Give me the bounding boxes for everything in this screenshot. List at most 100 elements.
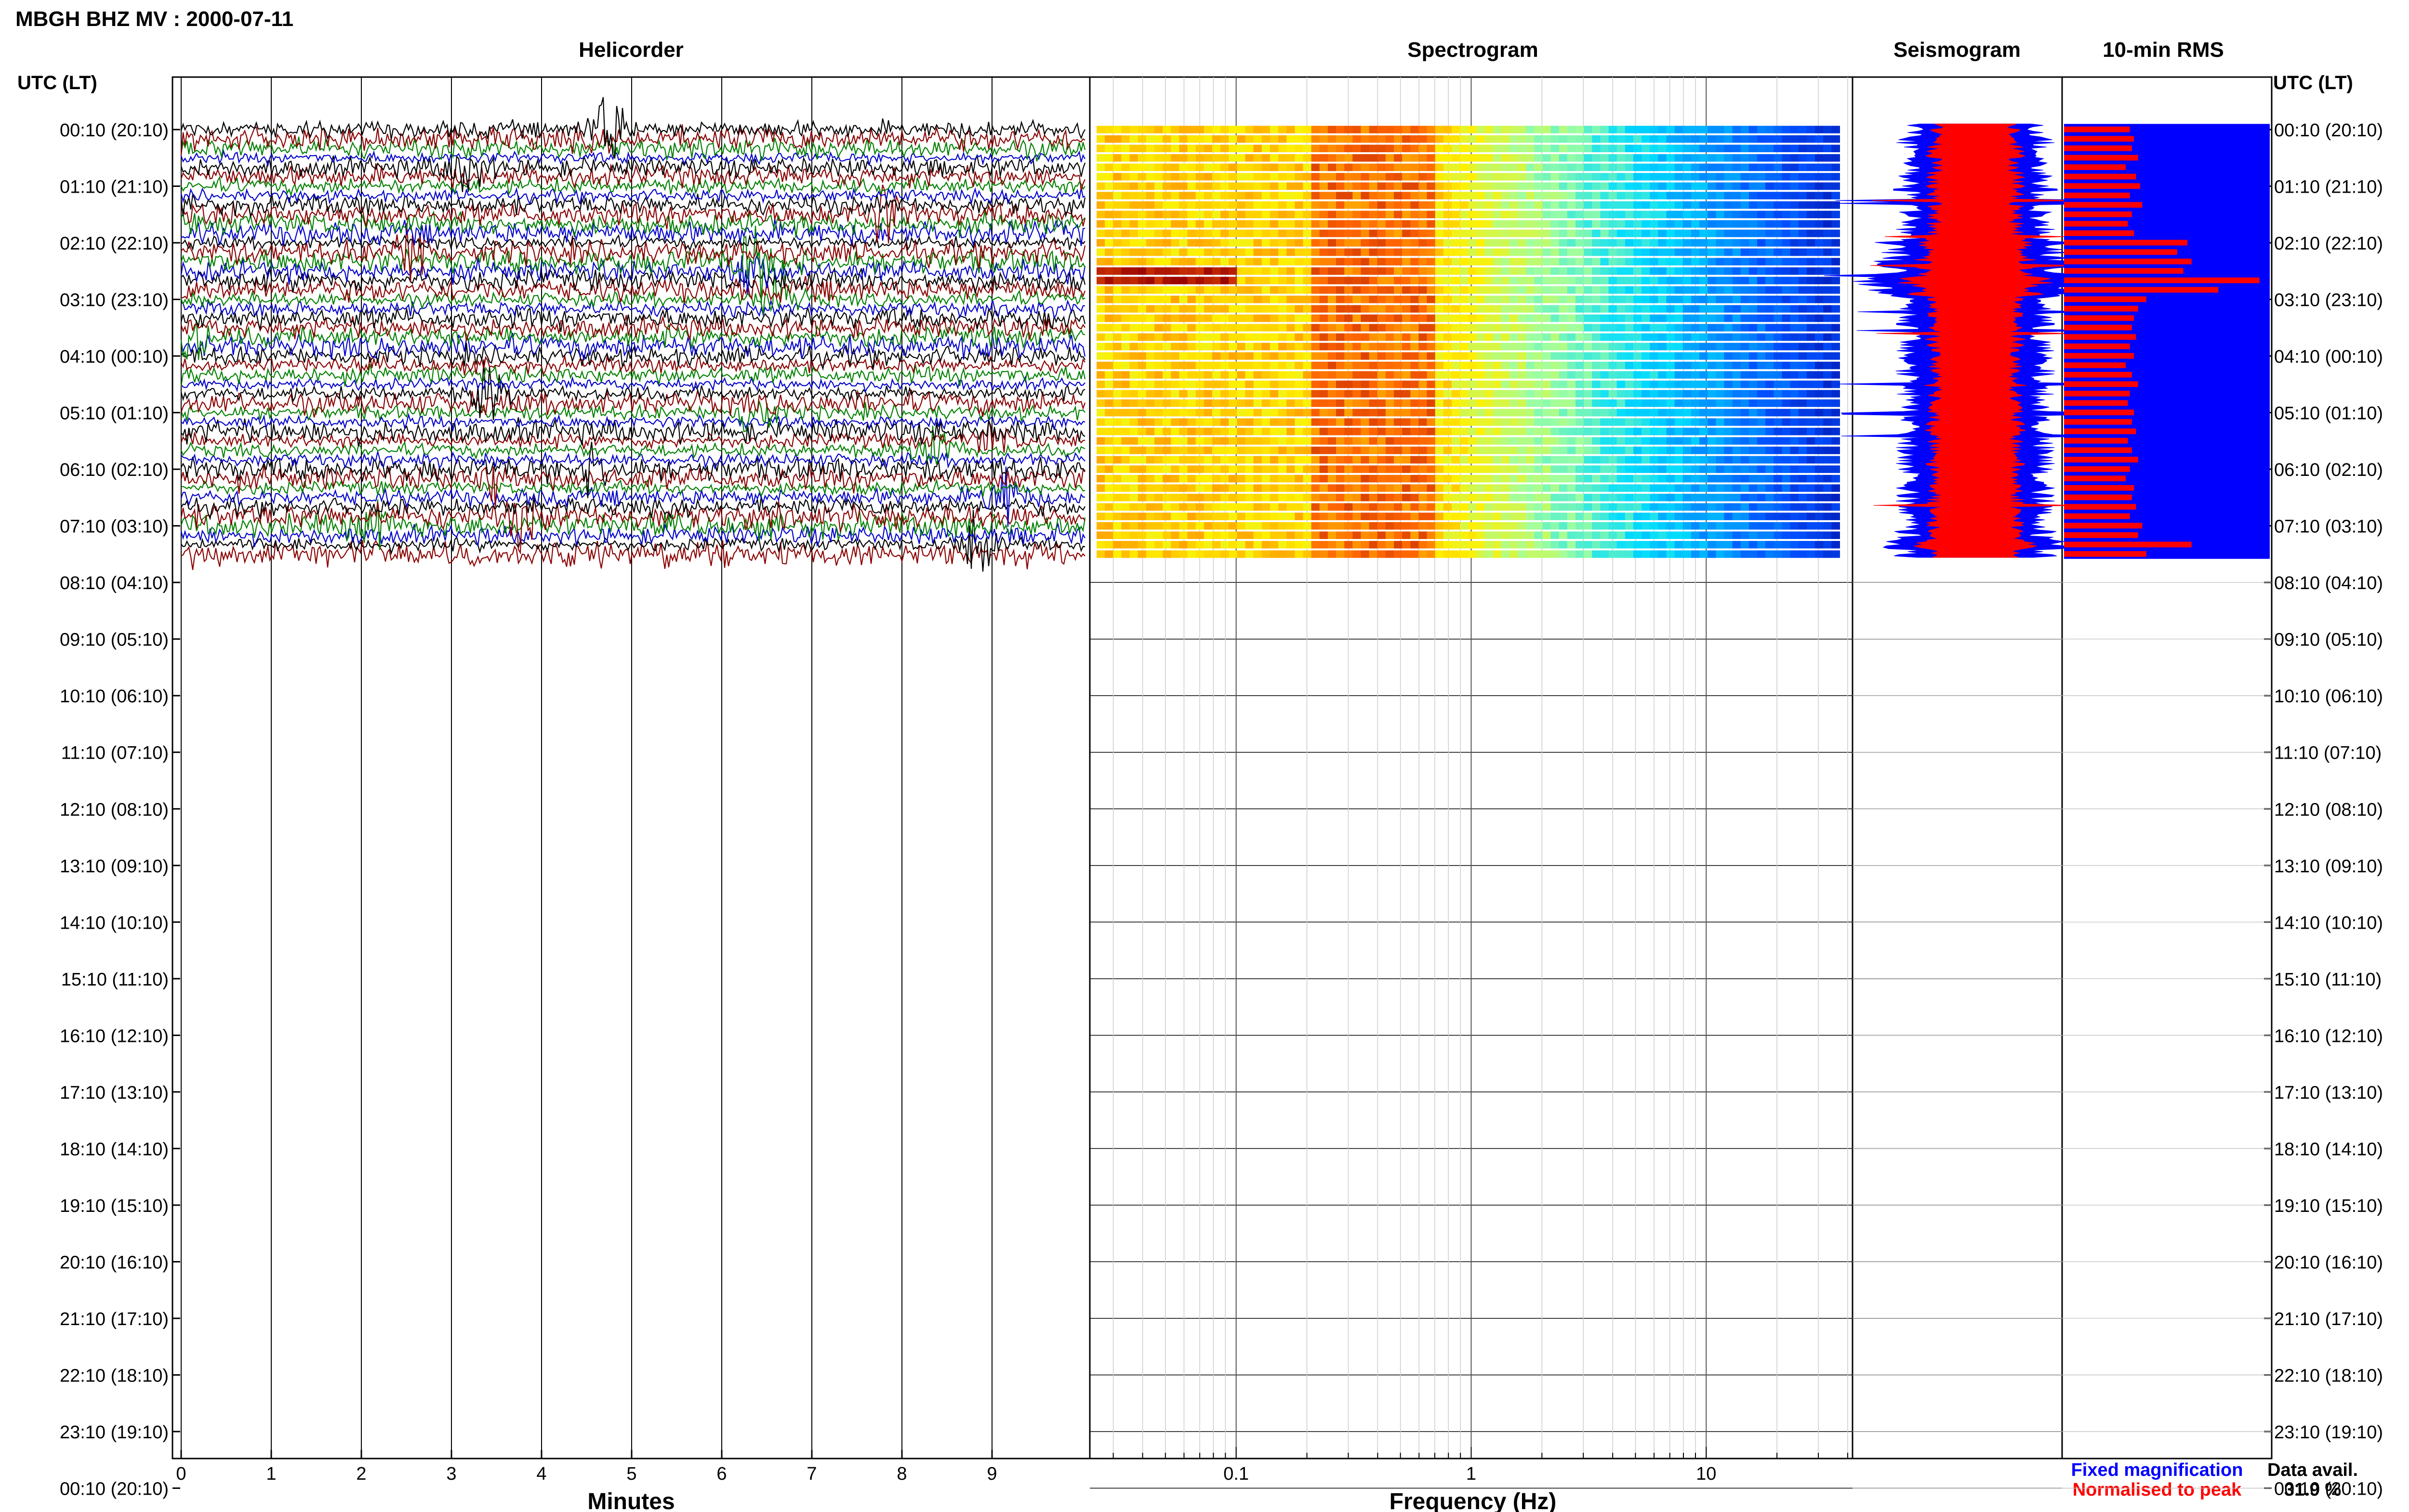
- spectrogram-cell: [1674, 361, 1683, 369]
- spectrogram-cell: [1163, 154, 1171, 162]
- spectrogram-cell: [1790, 465, 1799, 473]
- spectrogram-cell: [1526, 305, 1535, 313]
- spectrogram-cell: [1650, 182, 1658, 190]
- spectrogram-cell: [1435, 314, 1444, 322]
- spectrogram-cell: [1278, 541, 1287, 549]
- spectrogram-cell: [1798, 314, 1807, 322]
- spectrogram-cell: [1129, 522, 1138, 530]
- spectrogram-cell: [1732, 154, 1741, 162]
- spectrogram-cell: [1666, 305, 1675, 313]
- spectrogram-cell: [1443, 163, 1452, 171]
- spectrogram-cell: [1493, 550, 1502, 558]
- spectrogram-cell: [1253, 201, 1262, 209]
- spectrogram-cell: [1616, 258, 1626, 265]
- spectrogram-cell: [1138, 531, 1147, 539]
- spectrogram-cell: [1534, 361, 1543, 369]
- spectrogram-cell: [1195, 541, 1204, 549]
- spectrogram-cell: [1740, 456, 1749, 464]
- spectrogram-cell: [1179, 163, 1188, 171]
- spectrogram-cell: [1460, 163, 1469, 171]
- spectrogram-cell: [1443, 447, 1452, 454]
- spectrogram-cell: [1229, 220, 1237, 228]
- spectrogram-cell: [1204, 201, 1213, 209]
- spectrogram-cell: [1724, 408, 1733, 417]
- spectrogram-cell: [1237, 229, 1246, 237]
- spectrogram-cell: [1493, 258, 1502, 265]
- spectrogram-cell: [1253, 248, 1262, 256]
- spectrogram-cell: [1336, 333, 1345, 341]
- spectrogram-cell: [1163, 295, 1171, 303]
- spectrogram-cell: [1509, 541, 1518, 549]
- spectrogram-cell: [1385, 248, 1394, 256]
- spectrogram-cell: [1699, 220, 1708, 228]
- spectrogram-cell: [1204, 465, 1213, 473]
- spectrogram-cell: [1278, 324, 1287, 332]
- spectrogram-cell: [1129, 314, 1138, 322]
- spectrogram-cell: [1509, 513, 1518, 520]
- spectrogram-cell: [1402, 248, 1411, 256]
- spectrogram-cell: [1418, 201, 1428, 209]
- spectrogram-cell: [1261, 248, 1271, 256]
- spectrogram-cell: [1732, 239, 1741, 247]
- spectrogram-cell: [1518, 229, 1526, 237]
- spectrogram-cell: [1633, 428, 1642, 435]
- spectrogram-cell: [1716, 276, 1725, 285]
- spectrogram-cell: [1559, 258, 1568, 265]
- spectrogram-cell: [1518, 286, 1526, 294]
- spectrogram-cell: [1616, 135, 1626, 143]
- spectrogram-cell: [1229, 522, 1237, 530]
- spectrogram-cell: [1435, 333, 1444, 341]
- spectrogram-cell: [1220, 267, 1229, 275]
- spectrogram-cell: [1534, 503, 1543, 511]
- spectrogram-cell: [1526, 163, 1535, 171]
- spectrogram-cell: [1476, 163, 1485, 171]
- spectrogram-cell: [1592, 276, 1601, 285]
- spectrogram-cell: [1154, 239, 1163, 247]
- spectrogram-cell: [1327, 456, 1337, 464]
- spectrogram-cell: [1616, 456, 1626, 464]
- spectrogram-cell: [1724, 314, 1733, 322]
- spectrogram-cell: [1658, 314, 1667, 322]
- spectrogram-cell: [1831, 522, 1840, 530]
- spectrogram-cell: [1782, 428, 1791, 435]
- spectrogram-cell: [1418, 474, 1428, 483]
- spectrogram-cell: [1674, 465, 1683, 473]
- spectrogram-cell: [1608, 465, 1617, 473]
- spectrogram-cell: [1806, 210, 1815, 219]
- spectrogram-cell: [1608, 295, 1617, 303]
- spectrogram-cell: [1344, 135, 1353, 143]
- spectrogram-cell: [1237, 276, 1246, 285]
- spectrogram-cell: [1616, 465, 1626, 473]
- spectrogram-cell: [1757, 428, 1766, 435]
- spectrogram-cell: [1600, 295, 1609, 303]
- spectrogram-cell: [1336, 324, 1345, 332]
- spectrogram-cell: [1641, 182, 1650, 190]
- spectrogram-cell: [1625, 550, 1634, 558]
- spectrogram-cell: [1493, 267, 1502, 275]
- spectrogram-cell: [1410, 305, 1419, 313]
- spectrogram-cell: [1295, 286, 1303, 294]
- spectrogram-cell: [1319, 390, 1328, 398]
- spectrogram-cell: [1633, 126, 1642, 133]
- spectrogram-cell: [1757, 418, 1766, 426]
- spectrogram-cell: [1410, 474, 1419, 483]
- spectrogram-cell: [1336, 408, 1345, 417]
- spectrogram-cell: [1253, 342, 1262, 351]
- rms-bar: [2064, 523, 2143, 529]
- spectrogram-cell: [1815, 248, 1824, 256]
- spectrogram-cell: [1138, 333, 1147, 341]
- spectrogram-cell: [1212, 239, 1221, 247]
- spectrogram-cell: [1749, 381, 1758, 388]
- spectrogram-cell: [1187, 456, 1196, 464]
- spectrogram-cell: [1740, 418, 1749, 426]
- spectrogram-cell: [1699, 503, 1708, 511]
- spectrogram-cell: [1394, 381, 1403, 388]
- spectrogram-cell: [1344, 474, 1353, 483]
- spectrogram-cell: [1806, 192, 1815, 199]
- spectrogram-cell: [1815, 418, 1824, 426]
- spectrogram-cell: [1377, 248, 1386, 256]
- spectrogram-cell: [1567, 295, 1576, 303]
- spectrogram-cell: [1757, 220, 1766, 228]
- spectrogram-cell: [1319, 399, 1328, 407]
- spectrogram-cell: [1245, 163, 1254, 171]
